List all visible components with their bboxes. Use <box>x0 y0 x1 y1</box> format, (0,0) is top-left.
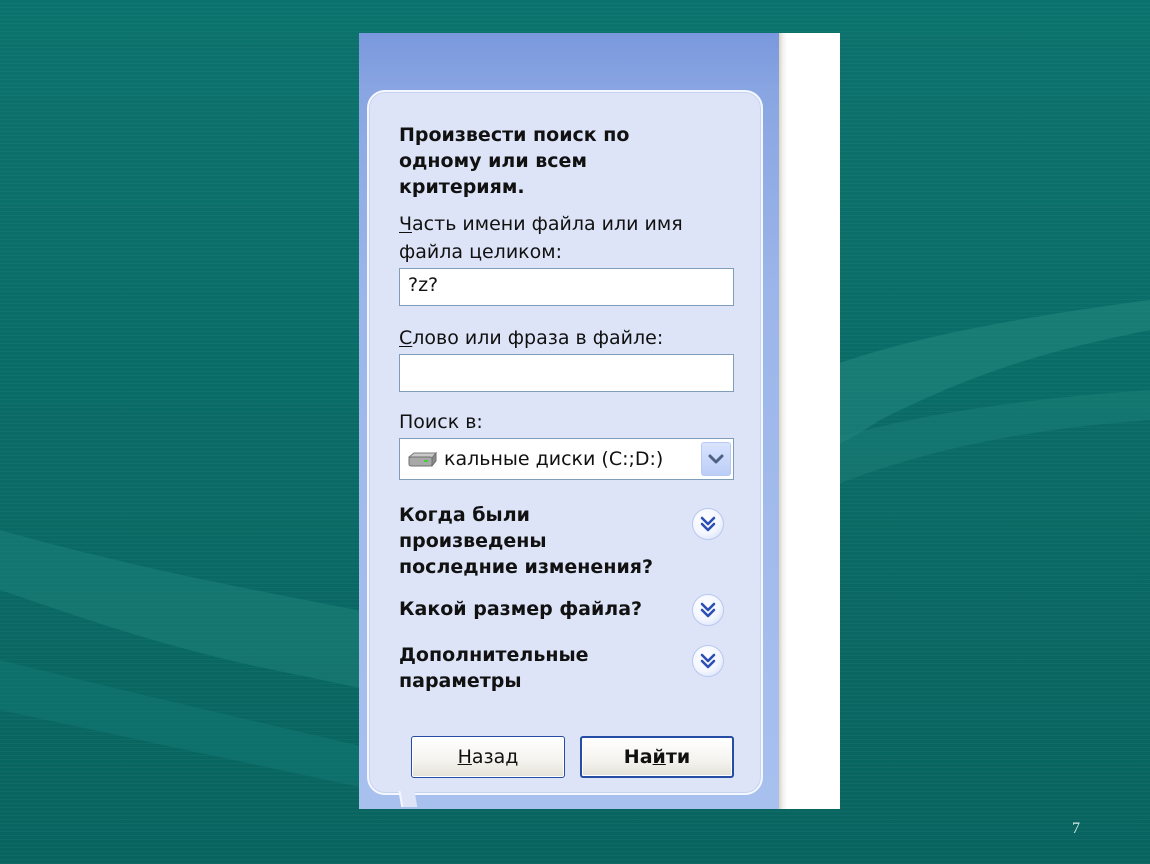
file-size-section[interactable]: Какой размер файла? <box>399 596 689 622</box>
filename-label-accesskey: Ч <box>399 213 413 235</box>
find-button-accesskey: й <box>652 746 666 768</box>
date-modified-expand-button[interactable] <box>692 508 724 540</box>
phrase-input[interactable] <box>399 354 734 392</box>
filename-label: Часть имени файла или имя файла целиком: <box>399 210 683 266</box>
expand-down-icon <box>700 653 716 669</box>
pane-splitter[interactable] <box>779 33 787 809</box>
expand-down-icon <box>700 516 716 532</box>
file-size-expand-button[interactable] <box>692 594 724 626</box>
back-button-label: азад <box>471 746 519 768</box>
advanced-options-section[interactable]: Дополнительные параметры <box>399 642 689 694</box>
panel-heading: Произвести поиск по одному или всем крит… <box>399 124 630 198</box>
location-dropdown[interactable]: кальные диски (C:;D:) <box>399 438 734 480</box>
expand-down-icon <box>700 602 716 618</box>
back-button[interactable]: Назад <box>411 736 565 778</box>
chevron-down-icon <box>708 454 724 464</box>
filename-input[interactable]: ?z? <box>399 268 734 306</box>
date-modified-section[interactable]: Когда были произведены последние изменен… <box>399 502 689 580</box>
bubble-tail <box>391 791 421 809</box>
phrase-label: Слово или фраза в файле: <box>399 324 663 352</box>
slide-number: 7 <box>1072 820 1080 837</box>
drive-icon <box>407 451 438 468</box>
search-options-panel: Произвести поиск по одному или всем крит… <box>367 90 763 795</box>
phrase-label-text: лово или фраза в файле: <box>412 327 664 349</box>
search-companion-screenshot: Произвести поиск по одному или всем крит… <box>359 33 840 809</box>
filename-label-text: асть имени файла или имя файла целиком: <box>399 213 683 263</box>
back-button-accesskey: Н <box>457 746 472 768</box>
dropdown-arrow-button[interactable] <box>701 442 731 476</box>
phrase-label-accesskey: С <box>399 327 413 349</box>
advanced-options-expand-button[interactable] <box>692 645 724 677</box>
find-button-label-prefix: На <box>623 746 653 768</box>
location-selected-value: кальные диски (C:;D:) <box>444 448 664 470</box>
find-button-label-rest: ти <box>665 746 691 768</box>
find-button[interactable]: Найти <box>580 736 734 778</box>
results-area <box>787 33 840 809</box>
location-label: Поиск в: <box>399 411 483 433</box>
